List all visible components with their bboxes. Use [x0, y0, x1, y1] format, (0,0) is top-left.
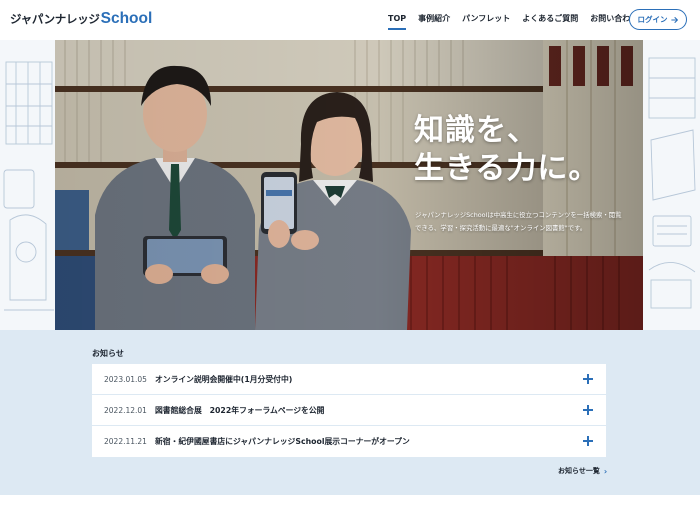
nav-pamphlet[interactable]: パンフレット — [462, 13, 510, 25]
news-date: 2022.11.21 — [104, 437, 147, 446]
news-list: 2023.01.05 オンライン説明会開催中(1月分受付中) 2022.12.0… — [92, 364, 606, 457]
news-date: 2023.01.05 — [104, 374, 147, 384]
news-item[interactable]: 2022.11.21 新宿・紀伊國屋書店にジャパンナレッジSchool展示コーナ… — [92, 426, 606, 457]
hero-headline-line2: 生きる力に。 — [414, 151, 600, 186]
news-title: 図書館総合展 2022年フォーラムページを公開 — [155, 405, 325, 415]
news-list-link-label: お知らせ一覧 — [558, 467, 600, 475]
nav-faq[interactable]: よくあるご質問 — [522, 13, 578, 25]
news-item[interactable]: 2023.01.05 オンライン説明会開催中(1月分受付中) — [92, 364, 606, 395]
right-sketch-illustration — [648, 57, 696, 309]
news-date: 2022.12.01 — [104, 405, 147, 415]
login-button[interactable]: ログイン — [629, 9, 687, 30]
site-header: ジャパンナレッジ School TOP 事例紹介 パンフレット よくあるご質問 … — [0, 0, 700, 40]
plus-icon[interactable] — [582, 373, 594, 385]
left-sketch-illustration — [3, 61, 54, 311]
news-heading: お知らせ — [92, 349, 124, 358]
news-title: 新宿・紀伊國屋書店にジャパンナレッジSchool展示コーナーがオープン — [155, 437, 410, 446]
logo-school: School — [100, 10, 153, 27]
news-list-link[interactable]: お知らせ一覧 › — [558, 466, 607, 476]
news-item[interactable]: 2022.12.01 図書館総合展 2022年フォーラムページを公開 — [92, 395, 606, 426]
global-nav: TOP 事例紹介 パンフレット よくあるご質問 お問い合わせ — [388, 13, 638, 30]
login-button-label: ログイン — [637, 15, 668, 24]
nav-top[interactable]: TOP — [388, 13, 407, 30]
chevron-right-icon: › — [603, 466, 608, 476]
hero-description: ジャパンナレッジSchoolは中高生に役立つコンテンツを一括検索・閲覧できる、学… — [415, 211, 622, 232]
plus-icon[interactable] — [582, 435, 594, 447]
login-arrow-icon — [670, 16, 678, 23]
nav-case-studies[interactable]: 事例紹介 — [418, 13, 450, 25]
hero-headline: 知識を、 生きる力に。 — [414, 112, 599, 188]
site-logo[interactable]: ジャパンナレッジ School — [10, 10, 152, 30]
logo-japanese: ジャパンナレッジ — [10, 12, 100, 26]
hero-headline-line1: 知識を、 — [414, 113, 538, 148]
news-title: オンライン説明会開催中(1月分受付中) — [155, 374, 293, 384]
plus-icon[interactable] — [582, 404, 594, 416]
